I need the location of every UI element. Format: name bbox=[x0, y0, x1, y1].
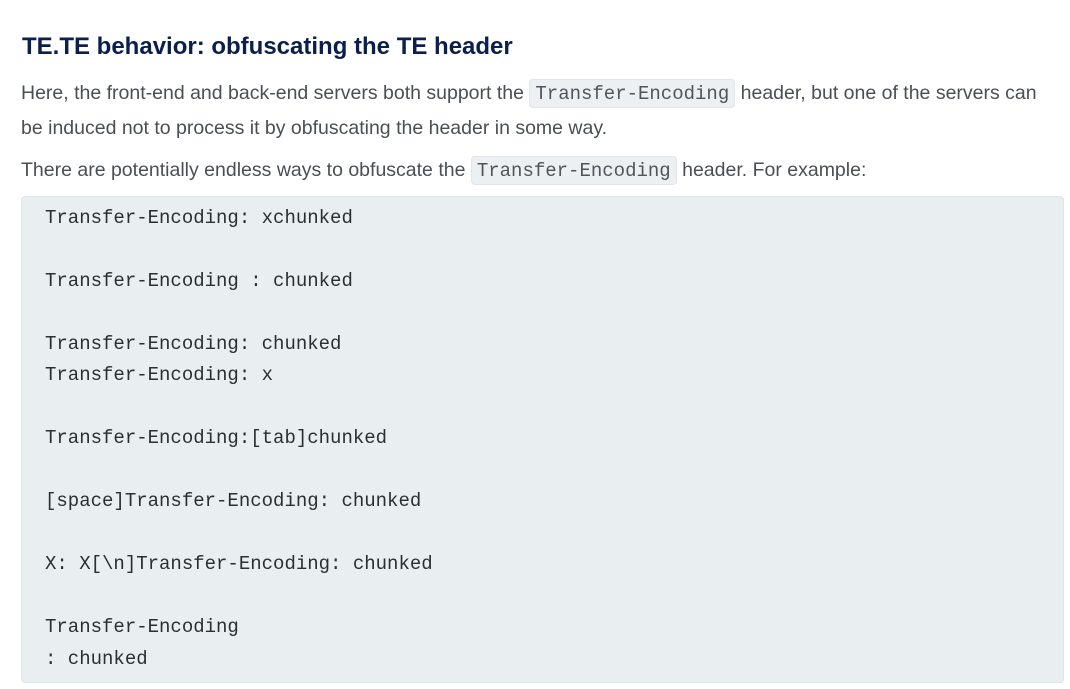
code-line: [space]Transfer-Encoding: chunked bbox=[45, 490, 422, 512]
examples-text-after: header. For example: bbox=[676, 159, 867, 181]
intro-text-before: Here, the front-end and back-end servers… bbox=[21, 82, 530, 104]
inline-code-transfer-encoding: Transfer-Encoding bbox=[529, 79, 736, 108]
inline-code-transfer-encoding: Transfer-Encoding bbox=[470, 156, 677, 185]
code-line: Transfer-Encoding bbox=[45, 616, 239, 638]
examples-intro-paragraph: There are potentially endless ways to ob… bbox=[21, 153, 1061, 188]
code-line: Transfer-Encoding: xchunked bbox=[45, 207, 353, 229]
code-line: Transfer-Encoding: chunked bbox=[45, 333, 342, 355]
code-line: : chunked bbox=[45, 648, 148, 670]
examples-text-before: There are potentially endless ways to ob… bbox=[21, 159, 471, 181]
code-line: X: X[\n]Transfer-Encoding: chunked bbox=[45, 553, 433, 575]
section-heading: TE.TE behavior: obfuscating the TE heade… bbox=[22, 33, 513, 60]
code-line: Transfer-Encoding:[tab]chunked bbox=[45, 427, 388, 449]
code-line: Transfer-Encoding: x bbox=[45, 364, 274, 386]
intro-paragraph: Here, the front-end and back-end servers… bbox=[21, 76, 1061, 145]
code-line: Transfer-Encoding : chunked bbox=[45, 270, 353, 292]
code-block: Transfer-Encoding: xchunked Transfer-Enc… bbox=[21, 196, 1064, 683]
